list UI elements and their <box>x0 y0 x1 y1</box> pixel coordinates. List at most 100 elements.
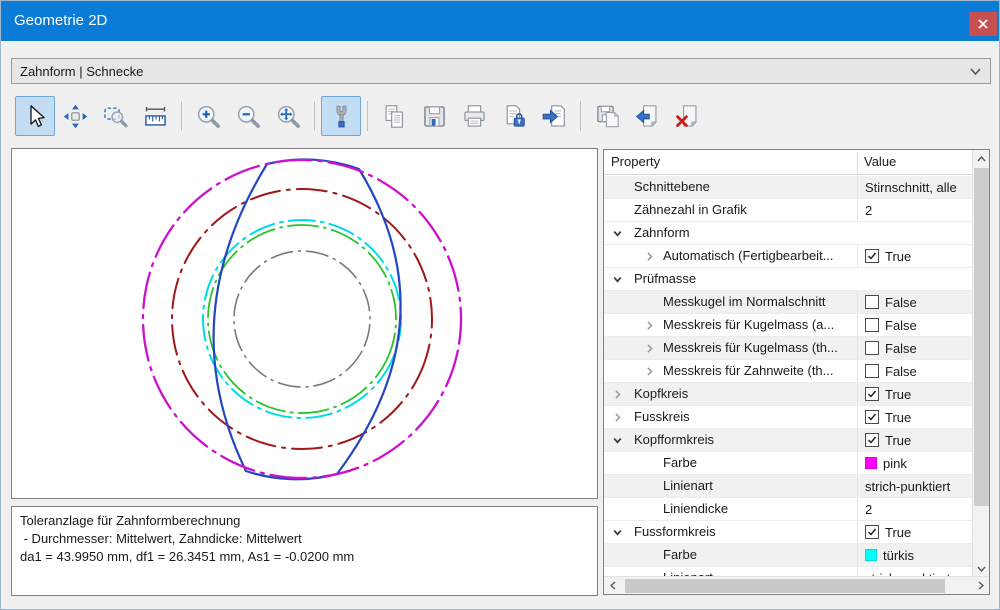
property-label: Fusskreis <box>634 409 690 424</box>
vertical-scrollbar[interactable] <box>972 150 989 577</box>
checked-checkbox[interactable] <box>865 525 879 539</box>
reference-circle <box>137 154 467 484</box>
checked-checkbox[interactable] <box>865 387 879 401</box>
property-value: True <box>885 410 911 425</box>
ruler-icon <box>142 103 169 130</box>
property-row-messkreis-f-r-kugelmass-th[interactable]: Messkreis für Kugelmass (th... False <box>604 337 972 360</box>
document-lock-icon <box>501 103 528 130</box>
vertical-scroll-thumb[interactable] <box>974 168 989 506</box>
property-value: True <box>885 249 911 264</box>
protected-report-button[interactable] <box>494 96 534 136</box>
delete-file-button[interactable] <box>667 96 707 136</box>
property-row-fussformkreis[interactable]: FussformkreisTrue <box>604 521 972 544</box>
measure-tool-button[interactable] <box>135 96 175 136</box>
property-row-schnittebene[interactable]: Schnittebene Stirnschnitt, alle <box>604 176 972 199</box>
property-row-messkreis-f-r-kugelmass-a[interactable]: Messkreis für Kugelmass (a... False <box>604 314 972 337</box>
zoom-out-button[interactable] <box>228 96 268 136</box>
property-label: Messkreis für Kugelmass (th... <box>663 340 838 355</box>
expand-chevron-icon[interactable] <box>644 319 656 331</box>
unchecked-checkbox[interactable] <box>865 341 879 355</box>
property-label: Automatisch (Fertigbearbeit... <box>663 248 834 263</box>
property-row-linienart[interactable]: Linienartstrich-punktiert <box>604 475 972 498</box>
document-export-icon <box>541 103 568 130</box>
close-button[interactable] <box>969 12 997 36</box>
property-value: True <box>885 525 911 540</box>
property-value: Stirnschnitt, alle <box>865 180 957 195</box>
inner-bore-circle <box>209 226 396 413</box>
property-value: False <box>885 341 917 356</box>
scroll-left-arrow-icon[interactable] <box>604 577 621 594</box>
save-button[interactable] <box>414 96 454 136</box>
checked-checkbox[interactable] <box>865 249 879 263</box>
property-row-fusskreis[interactable]: Fusskreis True <box>604 406 972 429</box>
property-row-pr-fmasse[interactable]: Prüfmasse <box>604 268 972 291</box>
property-row-zahnform[interactable]: Zahnform <box>604 222 972 245</box>
scroll-right-arrow-icon[interactable] <box>972 577 989 594</box>
property-row-messkugel-im-normalschnitt[interactable]: Messkugel im NormalschnittFalse <box>604 291 972 314</box>
collapse-chevron-icon[interactable] <box>612 273 624 285</box>
toolbar-separator <box>181 101 182 131</box>
collapse-chevron-icon[interactable] <box>612 227 624 239</box>
export-document-button[interactable] <box>534 96 574 136</box>
info-line-2: - Durchmesser: Mittelwert, Zahndicke: Mi… <box>20 531 302 546</box>
zoom-in-button[interactable] <box>188 96 228 136</box>
property-row-messkreis-f-r-zahnweite-th[interactable]: Messkreis für Zahnweite (th...False <box>604 360 972 383</box>
horizontal-scrollbar[interactable] <box>604 576 989 594</box>
print-button[interactable] <box>454 96 494 136</box>
property-row-farbe[interactable]: Farbepink <box>604 452 972 475</box>
property-label: Messkreis für Kugelmass (a... <box>663 317 834 332</box>
checked-checkbox[interactable] <box>865 433 879 447</box>
unchecked-checkbox[interactable] <box>865 295 879 309</box>
zoom-window-icon <box>102 103 129 130</box>
expand-chevron-icon[interactable] <box>612 388 624 400</box>
property-label: Zahnform <box>634 225 690 240</box>
scroll-up-arrow-icon[interactable] <box>973 150 990 167</box>
titlebar: Geometrie 2D <box>1 1 999 41</box>
zoom-window-tool-button[interactable] <box>95 96 135 136</box>
save-icon <box>421 103 448 130</box>
horizontal-scroll-thumb[interactable] <box>625 579 945 593</box>
settings-button[interactable] <box>321 96 361 136</box>
property-value: 2 <box>865 502 872 517</box>
scroll-down-arrow-icon[interactable] <box>973 560 990 577</box>
geometry-canvas[interactable] <box>11 148 598 499</box>
expand-chevron-icon[interactable] <box>644 250 656 262</box>
toolbar <box>15 95 707 137</box>
property-row-kopfformkreis[interactable]: KopfformkreisTrue <box>604 429 972 452</box>
zoom-fit-button[interactable] <box>268 96 308 136</box>
property-row-kopfkreis[interactable]: KopfkreisTrue <box>604 383 972 406</box>
color-swatch <box>865 549 877 561</box>
property-panel: Property Value SchnittebeneStirnschnitt,… <box>603 149 990 595</box>
import-file-button[interactable] <box>627 96 667 136</box>
copy-button[interactable] <box>374 96 414 136</box>
unchecked-checkbox[interactable] <box>865 364 879 378</box>
property-row-z-hnezahl-in-grafik[interactable]: Zähnezahl in Grafik2 <box>604 199 972 222</box>
property-row-automatisch-fertigbearbeit[interactable]: Automatisch (Fertigbearbeit... True <box>604 245 972 268</box>
view-selector[interactable]: Zahnform | Schnecke <box>11 58 991 84</box>
pan-tool-button[interactable] <box>55 96 95 136</box>
view-selector-value: Zahnform | Schnecke <box>20 64 969 79</box>
property-row-liniendicke[interactable]: Liniendicke2 <box>604 498 972 521</box>
toolbar-separator <box>314 101 315 131</box>
zoom-fit-icon <box>275 103 302 130</box>
property-label: Schnittebene <box>634 179 710 194</box>
property-row-farbe[interactable]: Farbetürkis <box>604 544 972 567</box>
color-swatch <box>865 457 877 469</box>
property-label: Kopfkreis <box>634 386 688 401</box>
collapse-chevron-icon[interactable] <box>612 434 624 446</box>
property-value: strich-punktiert <box>865 479 950 494</box>
checked-checkbox[interactable] <box>865 410 879 424</box>
chevron-down-icon <box>969 67 982 76</box>
pan-icon <box>62 103 89 130</box>
tooth-form-curve <box>214 159 401 479</box>
property-value: False <box>885 318 917 333</box>
select-tool-button[interactable] <box>15 96 55 136</box>
expand-chevron-icon[interactable] <box>644 365 656 377</box>
save-file-button[interactable] <box>587 96 627 136</box>
wrench-icon <box>328 103 355 130</box>
collapse-chevron-icon[interactable] <box>612 526 624 538</box>
expand-chevron-icon[interactable] <box>612 411 624 423</box>
expand-chevron-icon[interactable] <box>644 342 656 354</box>
property-label: Kopfformkreis <box>634 432 714 447</box>
unchecked-checkbox[interactable] <box>865 318 879 332</box>
